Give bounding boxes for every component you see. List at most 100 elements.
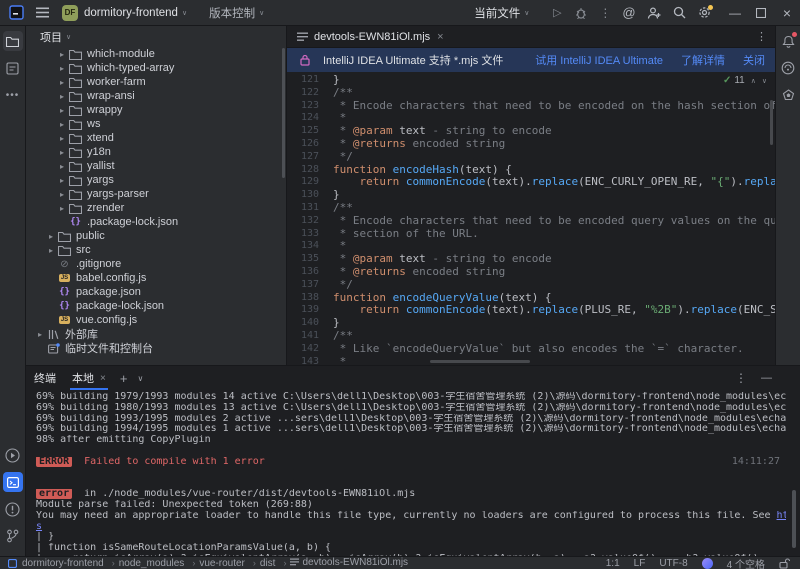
tree-item[interactable]: ▸wrappy	[26, 103, 286, 117]
tab-devtools-file[interactable]: devtools-EWN81iOl.mjs ×	[287, 26, 452, 47]
tab-options-icon[interactable]: ⋮	[756, 30, 767, 43]
tree-item[interactable]: {}.package-lock.json	[26, 215, 286, 229]
debug-icon[interactable]	[571, 3, 591, 23]
line-number[interactable]: 122	[287, 87, 319, 100]
tree-item[interactable]: ▸ws	[26, 117, 286, 131]
line-number[interactable]: 135	[287, 253, 319, 266]
project-scrollbar[interactable]	[282, 48, 285, 178]
line-number[interactable]: 140	[287, 317, 319, 330]
tree-item[interactable]: ▸外部库	[26, 327, 286, 341]
tree-item[interactable]: ▸yargs-parser	[26, 187, 286, 201]
line-number[interactable]: 124	[287, 112, 319, 125]
terminal-tool-icon[interactable]	[3, 472, 23, 492]
webpack-docs-link[interactable]: https://webpack.js.org/concepts#loader	[777, 511, 786, 521]
tree-item[interactable]: ▸y18n	[26, 145, 286, 159]
editor-vscrollbar[interactable]	[770, 100, 773, 145]
line-number[interactable]: 139	[287, 304, 319, 317]
line-number[interactable]: 123	[287, 100, 319, 113]
tree-item[interactable]: ▸yargs	[26, 173, 286, 187]
minimize-button[interactable]: —	[722, 0, 748, 26]
webpack-docs-link[interactable]: s	[36, 522, 42, 532]
project-widget[interactable]: DF dormitory-frontend ∨	[62, 5, 187, 21]
commit-tool-icon[interactable]	[3, 58, 23, 78]
tree-item[interactable]: ▸wrap-ansi	[26, 89, 286, 103]
app-icon[interactable]	[6, 3, 26, 23]
breadcrumb-item[interactable]: dist	[260, 558, 276, 569]
banner-close-link[interactable]: 关闭	[743, 52, 765, 68]
editor-hscrollbar[interactable]	[430, 360, 530, 363]
plugin-shield-icon[interactable]	[778, 85, 798, 105]
tree-item[interactable]: {}package.json	[26, 285, 286, 299]
next-problem-icon[interactable]: ∨	[762, 77, 767, 85]
tree-item[interactable]: ▸which-typed-array	[26, 61, 286, 75]
tree-item[interactable]: {}package-lock.json	[26, 299, 286, 313]
line-number[interactable]: 128	[287, 164, 319, 177]
breadcrumb-item[interactable]: dormitory-frontend	[22, 558, 104, 569]
search-icon[interactable]	[669, 3, 689, 23]
maximize-button[interactable]	[748, 0, 774, 26]
terminal-scrollbar[interactable]	[792, 490, 796, 548]
ai-assistant-icon[interactable]	[778, 58, 798, 78]
breadcrumb-item[interactable]: node_modules	[119, 558, 185, 569]
prev-problem-icon[interactable]: ∧	[751, 77, 756, 85]
run-config-selector[interactable]: 当前文件 ∨	[474, 5, 529, 21]
tab-close-icon[interactable]: ×	[437, 31, 443, 43]
caret-position[interactable]: 1:1	[606, 558, 620, 569]
tree-item[interactable]: JSbabel.config.js	[26, 271, 286, 285]
lock-open-icon[interactable]	[779, 558, 790, 569]
inspections-widget[interactable]: ✓ 11 ∧ ∨	[721, 75, 769, 86]
more-tools-icon[interactable]: •••	[3, 85, 23, 105]
tree-item[interactable]: 临时文件和控制台	[26, 341, 286, 355]
settings-gear-icon[interactable]	[694, 3, 714, 23]
notifications-bell-icon[interactable]	[778, 31, 798, 51]
code-with-me-icon[interactable]: @	[619, 3, 639, 23]
line-ending[interactable]: LF	[634, 558, 646, 569]
tree-item[interactable]: ▸zrender	[26, 201, 286, 215]
learn-more-link[interactable]: 了解详情	[681, 52, 725, 68]
line-number[interactable]: 137	[287, 279, 319, 292]
run-tool-icon[interactable]	[3, 445, 23, 465]
line-number[interactable]: 136	[287, 266, 319, 279]
indent-setting[interactable]: 4 个空格	[727, 556, 765, 569]
line-number[interactable]: 121	[287, 74, 319, 87]
line-number[interactable]: 133	[287, 228, 319, 241]
line-number[interactable]: 134	[287, 240, 319, 253]
tree-item[interactable]: ▸xtend	[26, 131, 286, 145]
try-ultimate-link[interactable]: 试用 IntelliJ IDEA Ultimate	[535, 52, 663, 68]
new-terminal-icon[interactable]: +	[120, 371, 128, 386]
line-number[interactable]: 142	[287, 343, 319, 356]
terminal-options-icon[interactable]: ⋮	[735, 371, 747, 385]
breadcrumb-item[interactable]: vue-router	[199, 558, 245, 569]
terminal-title[interactable]: 终端	[34, 370, 56, 386]
terminal-dropdown-icon[interactable]: ∨	[137, 374, 143, 383]
breadcrumb-item[interactable]: devtools-EWN81iOl.mjs	[290, 557, 408, 568]
tree-item[interactable]: ▸yallist	[26, 159, 286, 173]
run-icon[interactable]: ▷	[547, 3, 567, 23]
tree-item[interactable]: ▸which-module	[26, 47, 286, 61]
line-number[interactable]: 141	[287, 330, 319, 343]
line-number[interactable]: 127	[287, 151, 319, 164]
project-panel-header[interactable]: 项目 ∨	[26, 26, 286, 47]
main-menu-icon[interactable]	[32, 3, 52, 23]
line-number[interactable]: 130	[287, 189, 319, 202]
line-number[interactable]: 125	[287, 125, 319, 138]
line-number[interactable]: 138	[287, 292, 319, 305]
line-number[interactable]: 129	[287, 176, 319, 189]
line-number[interactable]: 131	[287, 202, 319, 215]
add-user-icon[interactable]	[644, 3, 664, 23]
line-number[interactable]: 126	[287, 138, 319, 151]
tree-item[interactable]: JSvue.config.js	[26, 313, 286, 327]
tree-item[interactable]: ⊘.gitignore	[26, 257, 286, 271]
vcs-widget[interactable]: 版本控制 ∨	[209, 5, 264, 21]
terminal-tab-local[interactable]: 本地 ×	[66, 366, 112, 390]
terminal-minimize-icon[interactable]: —	[761, 372, 772, 384]
tree-item[interactable]: ▸src	[26, 243, 286, 257]
tree-item[interactable]: ▸public	[26, 229, 286, 243]
plugin-status-icon[interactable]	[702, 558, 713, 569]
more-actions-icon[interactable]: ⋮	[595, 3, 615, 23]
line-number[interactable]: 143	[287, 356, 319, 365]
file-encoding[interactable]: UTF-8	[659, 558, 687, 569]
problems-tool-icon[interactable]	[3, 499, 23, 519]
terminal-tab-close-icon[interactable]: ×	[100, 373, 106, 384]
line-number[interactable]: 132	[287, 215, 319, 228]
